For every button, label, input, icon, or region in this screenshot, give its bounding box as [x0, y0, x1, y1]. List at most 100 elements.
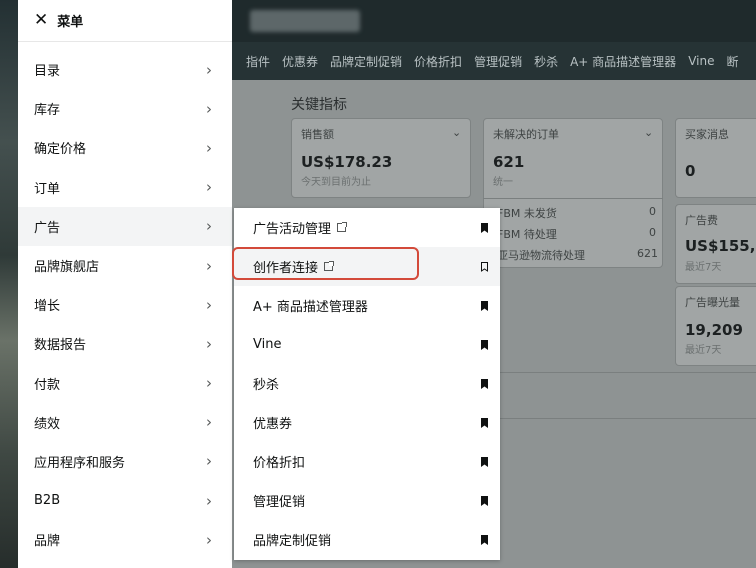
bg-nav-item: 管理促销 [474, 54, 523, 69]
ad-spend-sub: 最近7天 [685, 262, 722, 273]
menu-item-label: 品牌 [34, 534, 61, 550]
fbm-pending-value: 0 [649, 226, 656, 239]
sales-label: 销售额 [301, 128, 334, 141]
submenu-item-lightning-deals[interactable]: 秒杀 [234, 364, 500, 403]
open-orders-value: 621 [493, 153, 525, 171]
bookmark-filled-icon[interactable] [481, 339, 488, 350]
bg-nav-item: 断 [726, 54, 739, 69]
top-header [232, 0, 756, 42]
menu-item-b2b[interactable]: B2B › [18, 481, 232, 520]
advertising-submenu: 广告活动管理 创作者连接 A+ 商品描述管理器 Vine 秒杀 优惠券 价格折扣… [234, 208, 500, 560]
submenu-item-label: 管理促销 [253, 495, 306, 510]
divider [500, 372, 756, 373]
menu-item-reports[interactable]: 数据报告 › [18, 324, 232, 363]
blurred-logo [250, 10, 360, 32]
bg-nav-item: Vine [688, 54, 715, 68]
submenu-item-price-discounts[interactable]: 价格折扣 [234, 442, 500, 481]
bookmark-outline-icon[interactable] [481, 261, 488, 272]
bookmark-filled-icon[interactable] [481, 222, 488, 233]
submenu-item-label: 创作者连接 [253, 261, 319, 276]
submenu-item-label: 秒杀 [253, 378, 280, 393]
background-nav-bar: 指件 优惠券 品牌定制促销 价格折扣 管理促销 秒杀 A+ 商品描述管理器 Vi… [232, 42, 756, 80]
menu-item-pricing[interactable]: 确定价格 › [18, 128, 232, 167]
bookmark-filled-icon[interactable] [481, 300, 488, 311]
chevron-right-icon: › [206, 491, 212, 510]
bookmark-filled-icon[interactable] [481, 417, 488, 428]
bg-nav-item: 品牌定制促销 [330, 54, 403, 69]
menu-item-apps-services[interactable]: 应用程序和服务 › [18, 442, 232, 481]
submenu-item-brand-tailored-promotions[interactable]: 品牌定制促销 [234, 520, 500, 559]
menu-item-inventory[interactable]: 库存 › [18, 89, 232, 128]
buyer-messages-value: 0 [685, 162, 696, 180]
fba-pending-value: 621 [637, 247, 658, 260]
menu-item-brands[interactable]: 品牌 › [18, 520, 232, 559]
menu-item-label: 确定价格 [34, 142, 87, 158]
background-image-strip [0, 0, 20, 568]
bg-nav-item: 优惠券 [282, 54, 319, 69]
bookmark-filled-icon[interactable] [481, 534, 488, 545]
menu-item-growth[interactable]: 增长 › [18, 285, 232, 324]
submenu-item-label: 优惠券 [253, 417, 293, 432]
submenu-item-manage-promotions[interactable]: 管理促销 [234, 481, 500, 520]
menu-item-label: 数据报告 [34, 338, 87, 354]
close-icon[interactable]: ✕ [34, 12, 48, 29]
buyer-messages-label: 买家消息 [685, 128, 729, 141]
bg-nav-item: 价格折扣 [414, 54, 463, 69]
open-orders-label: 未解决的订单 [493, 128, 559, 141]
chevron-right-icon: › [206, 334, 212, 353]
bookmark-filled-icon[interactable] [481, 495, 488, 506]
bg-nav-item: 秒杀 [534, 54, 559, 69]
submenu-item-creator-connections[interactable]: 创作者连接 [234, 247, 500, 286]
menu-item-payments[interactable]: 付款 › [18, 364, 232, 403]
chevron-down-icon: ⌄ [452, 126, 462, 139]
chevron-right-icon: › [206, 530, 212, 549]
chevron-right-icon: › [206, 178, 212, 197]
menu-item-label: B2B [34, 493, 61, 509]
open-orders-sub: 统一 [493, 177, 513, 188]
chevron-right-icon: › [206, 217, 212, 236]
menu-item-label: 品牌旗舰店 [34, 260, 100, 276]
menu-item-label: 应用程序和服务 [34, 455, 126, 471]
ad-impressions-value: 19,209 [685, 321, 743, 339]
bookmark-filled-icon[interactable] [481, 456, 488, 467]
submenu-item-label: Vine [253, 337, 282, 352]
menu-item-orders[interactable]: 订单 › [18, 168, 232, 207]
submenu-item-label: A+ 商品描述管理器 [253, 300, 368, 315]
bg-nav-item: A+ 商品描述管理器 [570, 54, 677, 69]
menu-title: 菜单 [57, 15, 84, 30]
menu-item-performance[interactable]: 绩效 › [18, 403, 232, 442]
main-menu: ✕ 菜单 目录 › 库存 › 确定价格 › 订单 › 广告 › 品牌旗舰店 › 增长 › 数据… [18, 0, 232, 568]
bookmark-filled-icon[interactable] [481, 378, 488, 389]
submenu-item-label: 价格折扣 [253, 456, 306, 471]
chevron-right-icon: › [206, 452, 212, 471]
ad-spend-value: US$155,0 [685, 237, 756, 255]
menu-item-label: 订单 [34, 181, 61, 197]
menu-item-label: 增长 [34, 299, 61, 315]
divider [483, 198, 663, 199]
submenu-item-vine[interactable]: Vine [234, 325, 500, 364]
chevron-down-icon: ⌄ [644, 126, 654, 139]
sales-sub: 今天到目前为止 [301, 177, 371, 188]
submenu-item-campaign-manager[interactable]: 广告活动管理 [234, 208, 500, 247]
menu-item-label: 付款 [34, 377, 61, 393]
external-link-icon [324, 261, 335, 271]
fba-pending-label: 亚马逊物流待处理 [497, 249, 585, 262]
bg-nav-item: 指件 [246, 54, 271, 69]
menu-item-advertising[interactable]: 广告 › [18, 206, 232, 246]
menu-header: ✕ 菜单 [18, 0, 232, 42]
menu-list: 目录 › 库存 › 确定价格 › 订单 › 广告 › 品牌旗舰店 › 增长 › 数据报告 › 付… [18, 42, 232, 559]
submenu-item-coupons[interactable]: 优惠券 [234, 403, 500, 442]
ad-impressions-label: 广告曝光量 [685, 296, 740, 309]
menu-item-catalog[interactable]: 目录 › [18, 50, 232, 89]
menu-item-label: 库存 [34, 103, 61, 119]
submenu-item-aplus-manager[interactable]: A+ 商品描述管理器 [234, 286, 500, 325]
sales-value: US$178.23 [301, 153, 393, 171]
menu-item-stores[interactable]: 品牌旗舰店 › [18, 246, 232, 285]
menu-item-label: 广告 [34, 220, 61, 236]
submenu-item-label: 品牌定制促销 [253, 534, 332, 549]
external-link-icon [337, 222, 348, 232]
chevron-right-icon: › [206, 256, 212, 275]
ad-spend-label: 广告费 [685, 214, 718, 227]
chevron-right-icon: › [206, 413, 212, 432]
chevron-right-icon: › [206, 138, 212, 157]
